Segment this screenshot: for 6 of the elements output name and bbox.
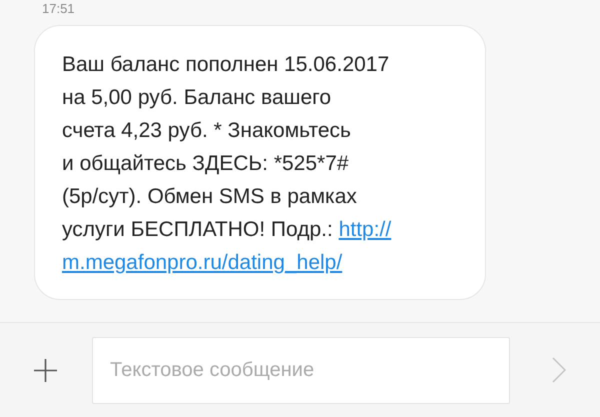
add-icon[interactable] xyxy=(34,358,57,382)
message-text: Ваш баланс пополнен 15.06.2017 на 5,00 руб. Баланс вашего счета 4,23 руб. * Знакомьтесь и общайтесь ЗДЕСЬ: *525*7# (5р/сут). Обмен SMS в рамках услуги БЕСПЛАТНО! Подр.: http:// m.megafonpro.ru/dating_help/ xyxy=(62,52,392,276)
message-input-field[interactable]: Текстовое сообщение xyxy=(92,336,510,404)
message-link[interactable]: m.megafonpro.ru/dating_help/ xyxy=(62,251,342,274)
message-time: 17:51 xyxy=(42,1,76,17)
message-link[interactable]: http:// xyxy=(338,218,392,241)
